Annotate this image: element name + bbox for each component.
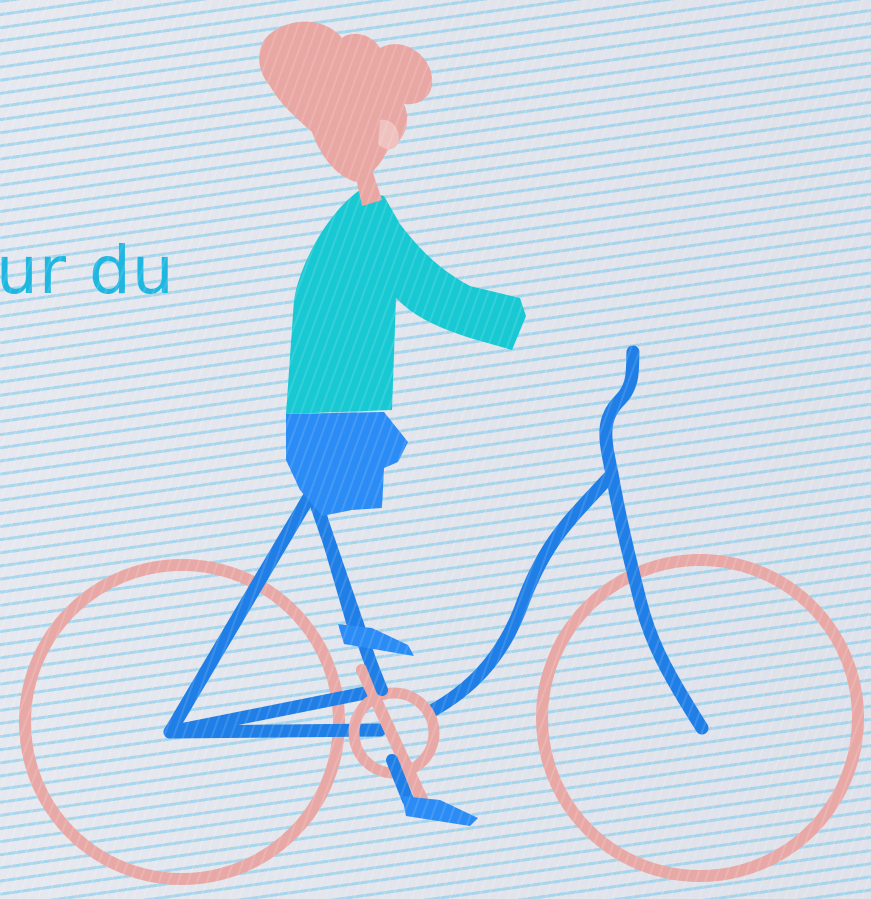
cyclist-illustration — [19, 21, 864, 885]
rear-shoe — [402, 796, 478, 826]
bicycle-frame — [163, 345, 709, 739]
illustration-canvas: ur du — [0, 0, 871, 899]
hair — [259, 21, 433, 183]
front-shoe — [338, 624, 414, 656]
sweater — [286, 190, 526, 414]
